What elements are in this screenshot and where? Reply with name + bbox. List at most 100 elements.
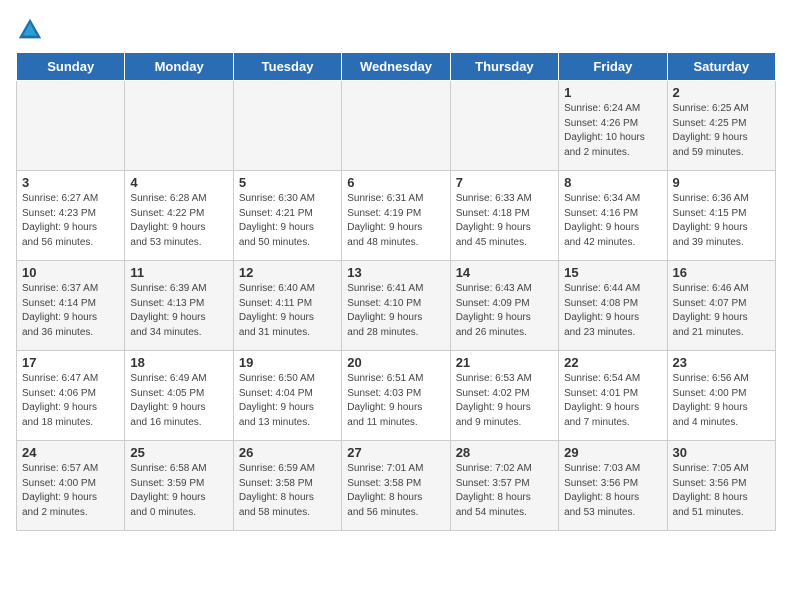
calendar-table: SundayMondayTuesdayWednesdayThursdayFrid…: [16, 52, 776, 531]
day-number: 23: [673, 355, 770, 370]
day-cell-3-1: 18 Sunrise: 6:49 AM Sunset: 4:05 PM Dayli…: [125, 351, 233, 441]
day-info: Sunrise: 6:41 AM Sunset: 4:10 PM Dayligh…: [347, 282, 444, 340]
day-number: 18: [130, 355, 227, 370]
day-cell-0-0: [17, 81, 125, 171]
day-info: Sunrise: 6:53 AM Sunset: 4:02 PM Dayligh…: [456, 372, 553, 430]
day-number: 11: [130, 265, 227, 280]
header-wednesday: Wednesday: [342, 53, 450, 81]
day-cell-1-1: 4Sunrise: 6:28 AM Sunset: 4:22 PM Daylig…: [125, 171, 233, 261]
day-cell-2-4: 14 Sunrise: 6:43 AM Sunset: 4:09 PM Dayli…: [450, 261, 558, 351]
day-info: Sunrise: 6:30 AM Sunset: 4:21 PM Dayligh…: [239, 192, 336, 250]
day-info: Sunrise: 6:33 AM Sunset: 4:18 PM Dayligh…: [456, 192, 553, 250]
week-row-5: 24 Sunrise: 6:57 AM Sunset: 4:00 PM Dayli…: [17, 441, 776, 531]
day-info: Sunrise: 6:44 AM Sunset: 4:08 PM Dayligh…: [564, 282, 661, 340]
day-number: 7: [456, 175, 553, 190]
day-info: Sunrise: 7:01 AM Sunset: 3:58 PM Dayligh…: [347, 462, 444, 520]
header-sunday: Sunday: [17, 53, 125, 81]
day-cell-4-3: 27Sunrise: 7:01 AM Sunset: 3:58 PM Dayli…: [342, 441, 450, 531]
day-number: 30: [673, 445, 770, 460]
day-info: Sunrise: 6:37 AM Sunset: 4:14 PM Dayligh…: [22, 282, 119, 340]
day-info: Sunrise: 6:24 AM Sunset: 4:26 PM Dayligh…: [564, 102, 661, 160]
day-cell-0-2: [233, 81, 341, 171]
day-number: 20: [347, 355, 444, 370]
day-info: Sunrise: 6:36 AM Sunset: 4:15 PM Dayligh…: [673, 192, 770, 250]
day-cell-2-3: 13 Sunrise: 6:41 AM Sunset: 4:10 PM Dayli…: [342, 261, 450, 351]
day-number: 26: [239, 445, 336, 460]
week-row-1: 1 Sunrise: 6:24 AM Sunset: 4:26 PM Daylig…: [17, 81, 776, 171]
day-info: Sunrise: 6:25 AM Sunset: 4:25 PM Dayligh…: [673, 102, 770, 160]
day-cell-3-4: 21Sunrise: 6:53 AM Sunset: 4:02 PM Dayli…: [450, 351, 558, 441]
day-number: 14: [456, 265, 553, 280]
day-info: Sunrise: 6:56 AM Sunset: 4:00 PM Dayligh…: [673, 372, 770, 430]
day-info: Sunrise: 6:50 AM Sunset: 4:04 PM Dayligh…: [239, 372, 336, 430]
day-cell-3-6: 23 Sunrise: 6:56 AM Sunset: 4:00 PM Dayli…: [667, 351, 775, 441]
day-number: 8: [564, 175, 661, 190]
logo-icon: [16, 16, 44, 44]
header-tuesday: Tuesday: [233, 53, 341, 81]
day-info: Sunrise: 7:05 AM Sunset: 3:56 PM Dayligh…: [673, 462, 770, 520]
week-row-3: 10 Sunrise: 6:37 AM Sunset: 4:14 PM Dayli…: [17, 261, 776, 351]
day-number: 28: [456, 445, 553, 460]
day-cell-1-2: 5 Sunrise: 6:30 AM Sunset: 4:21 PM Daylig…: [233, 171, 341, 261]
day-info: Sunrise: 6:49 AM Sunset: 4:05 PM Dayligh…: [130, 372, 227, 430]
day-number: 19: [239, 355, 336, 370]
day-number: 5: [239, 175, 336, 190]
day-info: Sunrise: 6:43 AM Sunset: 4:09 PM Dayligh…: [456, 282, 553, 340]
day-number: 2: [673, 85, 770, 100]
day-cell-1-3: 6 Sunrise: 6:31 AM Sunset: 4:19 PM Daylig…: [342, 171, 450, 261]
day-info: Sunrise: 6:57 AM Sunset: 4:00 PM Dayligh…: [22, 462, 119, 520]
day-number: 24: [22, 445, 119, 460]
day-cell-1-4: 7 Sunrise: 6:33 AM Sunset: 4:18 PM Daylig…: [450, 171, 558, 261]
header-saturday: Saturday: [667, 53, 775, 81]
day-number: 17: [22, 355, 119, 370]
day-cell-0-5: 1 Sunrise: 6:24 AM Sunset: 4:26 PM Daylig…: [559, 81, 667, 171]
day-info: Sunrise: 7:03 AM Sunset: 3:56 PM Dayligh…: [564, 462, 661, 520]
day-cell-3-0: 17 Sunrise: 6:47 AM Sunset: 4:06 PM Dayli…: [17, 351, 125, 441]
day-cell-0-3: [342, 81, 450, 171]
day-info: Sunrise: 6:58 AM Sunset: 3:59 PM Dayligh…: [130, 462, 227, 520]
day-info: Sunrise: 6:31 AM Sunset: 4:19 PM Dayligh…: [347, 192, 444, 250]
day-cell-3-5: 22Sunrise: 6:54 AM Sunset: 4:01 PM Dayli…: [559, 351, 667, 441]
day-cell-3-2: 19 Sunrise: 6:50 AM Sunset: 4:04 PM Dayli…: [233, 351, 341, 441]
day-cell-4-4: 28 Sunrise: 7:02 AM Sunset: 3:57 PM Dayli…: [450, 441, 558, 531]
days-of-week-row: SundayMondayTuesdayWednesdayThursdayFrid…: [17, 53, 776, 81]
day-info: Sunrise: 6:54 AM Sunset: 4:01 PM Dayligh…: [564, 372, 661, 430]
day-info: Sunrise: 6:59 AM Sunset: 3:58 PM Dayligh…: [239, 462, 336, 520]
day-info: Sunrise: 6:40 AM Sunset: 4:11 PM Dayligh…: [239, 282, 336, 340]
day-number: 9: [673, 175, 770, 190]
day-info: Sunrise: 6:51 AM Sunset: 4:03 PM Dayligh…: [347, 372, 444, 430]
day-cell-4-0: 24 Sunrise: 6:57 AM Sunset: 4:00 PM Dayli…: [17, 441, 125, 531]
day-number: 10: [22, 265, 119, 280]
day-info: Sunrise: 6:27 AM Sunset: 4:23 PM Dayligh…: [22, 192, 119, 250]
day-cell-1-6: 9 Sunrise: 6:36 AM Sunset: 4:15 PM Daylig…: [667, 171, 775, 261]
day-cell-0-6: 2 Sunrise: 6:25 AM Sunset: 4:25 PM Daylig…: [667, 81, 775, 171]
week-row-2: 3 Sunrise: 6:27 AM Sunset: 4:23 PM Daylig…: [17, 171, 776, 261]
day-number: 4: [130, 175, 227, 190]
day-number: 16: [673, 265, 770, 280]
day-number: 3: [22, 175, 119, 190]
day-cell-4-2: 26 Sunrise: 6:59 AM Sunset: 3:58 PM Dayli…: [233, 441, 341, 531]
day-cell-4-1: 25 Sunrise: 6:58 AM Sunset: 3:59 PM Dayli…: [125, 441, 233, 531]
day-cell-1-5: 8 Sunrise: 6:34 AM Sunset: 4:16 PM Daylig…: [559, 171, 667, 261]
day-cell-4-5: 29 Sunrise: 7:03 AM Sunset: 3:56 PM Dayli…: [559, 441, 667, 531]
day-cell-3-3: 20 Sunrise: 6:51 AM Sunset: 4:03 PM Dayli…: [342, 351, 450, 441]
day-info: Sunrise: 7:02 AM Sunset: 3:57 PM Dayligh…: [456, 462, 553, 520]
day-cell-1-0: 3 Sunrise: 6:27 AM Sunset: 4:23 PM Daylig…: [17, 171, 125, 261]
day-info: Sunrise: 6:34 AM Sunset: 4:16 PM Dayligh…: [564, 192, 661, 250]
logo: [16, 16, 48, 44]
day-info: Sunrise: 6:39 AM Sunset: 4:13 PM Dayligh…: [130, 282, 227, 340]
day-number: 13: [347, 265, 444, 280]
day-cell-2-2: 12 Sunrise: 6:40 AM Sunset: 4:11 PM Dayli…: [233, 261, 341, 351]
header-monday: Monday: [125, 53, 233, 81]
day-number: 25: [130, 445, 227, 460]
week-row-4: 17 Sunrise: 6:47 AM Sunset: 4:06 PM Dayli…: [17, 351, 776, 441]
day-number: 6: [347, 175, 444, 190]
day-cell-2-5: 15Sunrise: 6:44 AM Sunset: 4:08 PM Dayli…: [559, 261, 667, 351]
day-number: 1: [564, 85, 661, 100]
page-header: [16, 16, 776, 44]
day-number: 29: [564, 445, 661, 460]
day-number: 12: [239, 265, 336, 280]
header-friday: Friday: [559, 53, 667, 81]
day-cell-4-6: 30 Sunrise: 7:05 AM Sunset: 3:56 PM Dayli…: [667, 441, 775, 531]
day-info: Sunrise: 6:47 AM Sunset: 4:06 PM Dayligh…: [22, 372, 119, 430]
